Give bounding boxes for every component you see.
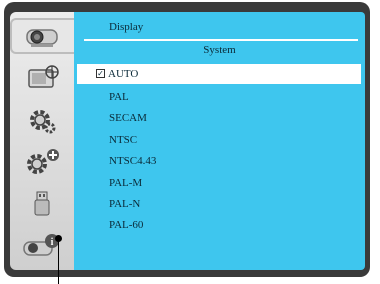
option-label: PAL-60 (109, 219, 144, 231)
sidebar-item-expanded[interactable] (14, 144, 70, 180)
sidebar-item-picture[interactable] (14, 60, 70, 96)
submenu-title: System (203, 44, 236, 56)
option-ntsc[interactable]: NTSC (74, 130, 365, 150)
menu-panel: Display System ✓ AUTO PAL SECAM NTSC NTS… (74, 12, 365, 270)
title-divider (84, 39, 358, 41)
projector-icon (26, 29, 58, 47)
option-label: PAL-N (109, 198, 141, 210)
option-label: AUTO (108, 68, 139, 80)
sidebar-item-usb[interactable] (14, 186, 70, 222)
sidebar-item-setting[interactable] (14, 102, 70, 138)
option-auto[interactable]: ✓ AUTO (77, 64, 361, 84)
option-pal-60[interactable]: PAL-60 (74, 215, 365, 235)
page-title: Display (109, 21, 144, 33)
option-secam[interactable]: SECAM (74, 108, 365, 128)
callout-dot (55, 235, 62, 242)
gear-plus-icon (27, 149, 59, 174)
option-label: NTSC (109, 134, 138, 146)
option-pal-n[interactable]: PAL-N (74, 194, 365, 214)
picture-settings-icon (28, 65, 59, 88)
sidebar-item-info[interactable]: i (14, 228, 70, 264)
usb-icon (34, 191, 50, 216)
svg-text:i: i (51, 237, 54, 248)
option-pal[interactable]: PAL (74, 87, 365, 107)
option-ntsc443[interactable]: NTSC4.43 (74, 151, 365, 171)
option-pal-m[interactable]: PAL-M (74, 173, 365, 193)
option-label: SECAM (109, 112, 147, 124)
sidebar: i (10, 12, 74, 270)
gear-icon (30, 110, 56, 134)
option-label: NTSC4.43 (109, 155, 157, 167)
sidebar-item-display[interactable] (10, 18, 74, 54)
option-label: PAL (109, 91, 129, 103)
checkbox-checked-icon: ✓ (96, 69, 105, 78)
option-label: PAL-M (109, 177, 143, 189)
callout-line (58, 238, 59, 284)
